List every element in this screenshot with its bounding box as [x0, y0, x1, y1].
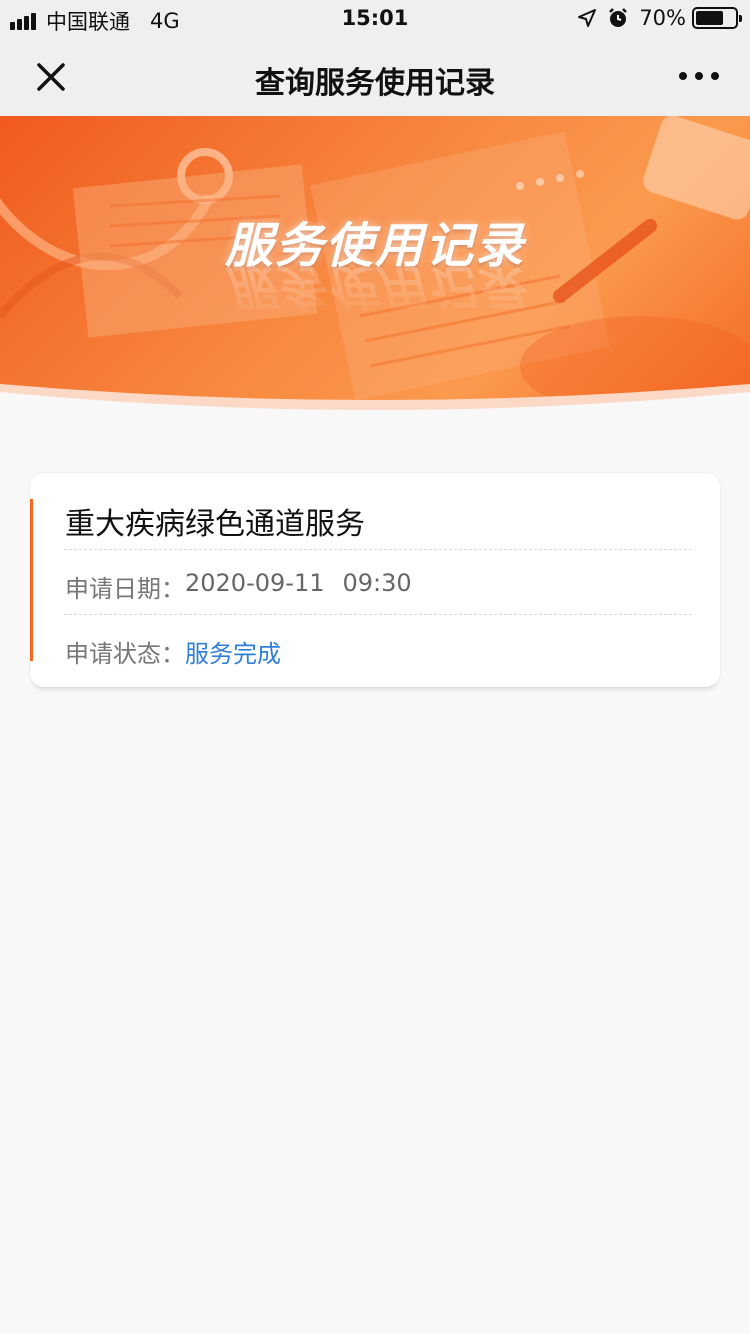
date-value: 2020-09-11: [185, 569, 325, 597]
battery-icon: [692, 7, 742, 29]
card-accent-bar: [30, 499, 33, 661]
divider: [64, 614, 692, 615]
banner-title-reflection: 服务使用记录: [224, 258, 525, 314]
status-label: 申请状态：: [65, 640, 185, 668]
page-title: 查询服务使用记录: [255, 66, 495, 101]
alarm-icon: [609, 8, 628, 27]
date-row: 申请日期： 2020-09-11 09:30: [65, 569, 412, 604]
record-title: 重大疾病绿色通道服务: [65, 507, 365, 542]
more-icon[interactable]: [678, 66, 720, 86]
status-row: 申请状态： 服务完成: [65, 634, 281, 669]
date-label: 申请日期：: [65, 575, 185, 603]
divider: [64, 549, 692, 550]
record-card[interactable]: 重大疾病绿色通道服务 申请日期： 2020-09-11 09:30 申请状态： …: [30, 473, 720, 687]
nav-bar: 查询服务使用记录: [0, 38, 750, 116]
status-value: 服务完成: [185, 640, 281, 668]
battery-percent: 70%: [639, 6, 686, 30]
location-icon: [578, 9, 597, 27]
time-value: 09:30: [342, 569, 412, 597]
banner-bottom-curve: [0, 384, 750, 420]
status-bar: 中国联通 4G 15:01 70%: [0, 0, 750, 38]
